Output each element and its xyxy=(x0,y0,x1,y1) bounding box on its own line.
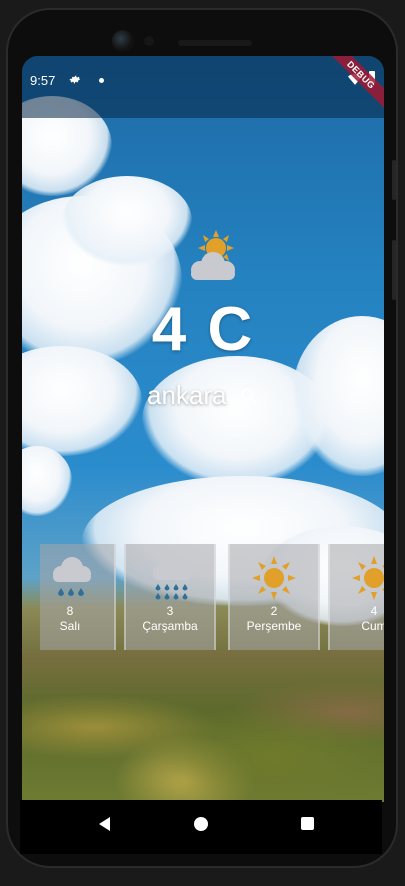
navigation-bar xyxy=(20,800,382,854)
sun-icon xyxy=(252,556,296,600)
forecast-list[interactable]: 8 Salı 3 Çarşamba 2 Perşembe 4 Cu xyxy=(40,544,384,650)
heavy-rain-icon xyxy=(153,555,191,600)
forecast-day: Çarşamba xyxy=(142,619,198,633)
forecast-temperature: 4 xyxy=(370,604,378,618)
earpiece-speaker xyxy=(178,40,252,46)
recents-icon[interactable] xyxy=(301,817,314,830)
partly-cloudy-icon xyxy=(191,230,235,280)
city-name: ankara xyxy=(147,380,227,410)
forecast-card-perşembe[interactable]: 2 Perşembe xyxy=(228,544,320,650)
background-cloud xyxy=(22,446,72,516)
city-row: ankara xyxy=(22,380,384,411)
forecast-day: Perşembe xyxy=(246,619,302,633)
forecast-day: Cum xyxy=(361,619,384,633)
forecast-card-salı[interactable]: 8 Salı xyxy=(40,544,116,650)
status-time: 9:57 xyxy=(30,73,56,88)
forecast-temperature: 8 xyxy=(66,604,74,618)
forecast-temperature: 2 xyxy=(270,604,278,618)
rain-icon xyxy=(53,557,91,596)
forecast-card-cum[interactable]: 4 Cum xyxy=(328,544,384,650)
phone-frame: 9:57 DEBUG 4 C ankara 8 Salı 3 Çarşamba … xyxy=(6,8,398,868)
forecast-card-çarşamba[interactable]: 3 Çarşamba xyxy=(124,544,216,650)
gear-icon xyxy=(69,75,81,84)
sun-icon xyxy=(352,556,384,600)
proximity-sensor xyxy=(144,36,154,46)
search-icon[interactable] xyxy=(239,386,259,406)
home-icon[interactable] xyxy=(194,817,208,831)
background-cloud xyxy=(62,176,192,266)
back-icon[interactable] xyxy=(99,817,110,831)
power-button xyxy=(392,240,396,300)
volume-button xyxy=(392,160,396,200)
notification-dot-icon xyxy=(99,78,104,83)
forecast-day: Salı xyxy=(59,619,81,633)
status-bar: 9:57 DEBUG xyxy=(22,56,384,118)
front-camera xyxy=(112,30,134,52)
landscape-ground xyxy=(22,652,384,802)
current-temperature: 4 C xyxy=(151,295,255,364)
app-screen: 9:57 DEBUG 4 C ankara 8 Salı 3 Çarşamba … xyxy=(22,56,384,802)
forecast-temperature: 3 xyxy=(166,604,174,618)
